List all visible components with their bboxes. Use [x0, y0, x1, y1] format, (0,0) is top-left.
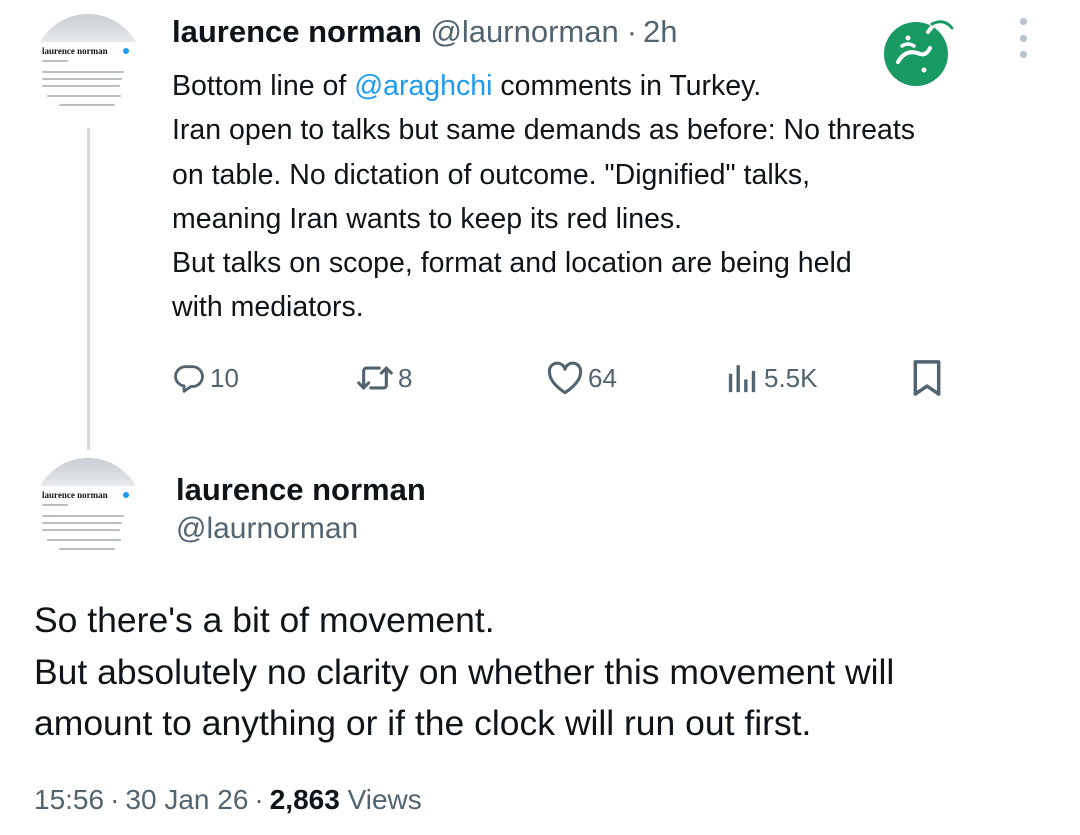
analytics-icon [728, 365, 756, 393]
avatar-banner [33, 458, 143, 486]
user-handle[interactable]: @laurnorman [430, 14, 618, 49]
avatar-profile-name: laurence norman [42, 490, 108, 500]
repost-button[interactable]: 8 [356, 350, 412, 406]
tweet-text-line: meaning Iran wants to keep its red lines… [172, 202, 683, 235]
display-name[interactable]: laurence norman [172, 14, 422, 49]
reply-icon [174, 365, 204, 393]
tweet-text-line: with mediators. [172, 291, 364, 324]
avatar[interactable]: laurence norman [33, 14, 143, 124]
text-segment: comments in Turkey. [492, 70, 762, 102]
avatar-bio-line [42, 71, 124, 73]
views-count: 5.5K [764, 362, 818, 393]
avatar-bio-line [42, 515, 124, 517]
verified-icon [123, 48, 129, 54]
more-dot [1019, 34, 1027, 42]
repost-count: 8 [398, 362, 413, 393]
more-options-button[interactable] [1016, 18, 1030, 58]
avatar-profile-name: laurence norman [42, 46, 108, 56]
tweet-text-line: Bottom line of @araghchi comments in Tur… [172, 64, 1052, 108]
separator-dot: · [254, 784, 264, 815]
view-count[interactable]: 2,863 [270, 784, 340, 815]
avatar-banner [33, 14, 143, 42]
tweet-text-line: But talks on scope, format and location … [172, 247, 852, 280]
verified-icon [123, 492, 129, 498]
tweet-text-line: Iran open to talks but same demands as b… [172, 114, 916, 147]
text-segment: Bottom line of [172, 70, 355, 102]
bookmark-icon [913, 360, 941, 396]
separator-dot: · [110, 784, 120, 815]
heart-icon [547, 361, 583, 395]
avatar-bio-line [42, 78, 122, 80]
more-dot [1019, 51, 1027, 58]
tweet-action-bar: 10 8 64 5.5K [0, 350, 1080, 406]
tweet-text-line: So there's a bit of movement. [34, 600, 495, 640]
separator-dot: · [626, 14, 638, 49]
tweet-text: So there's a bit of movement. But absolu… [34, 595, 1064, 750]
user-handle[interactable]: @laurnorman [176, 512, 358, 546]
views-label: Views [339, 784, 422, 815]
avatar-follow-line [59, 104, 115, 106]
like-button[interactable]: 64 [546, 350, 617, 406]
views-button[interactable]: 5.5K [726, 350, 818, 406]
avatar-handle-line [42, 60, 68, 62]
tweet-text-line: amount to anything or if the clock will … [34, 703, 812, 743]
avatar-follow-line [59, 548, 115, 550]
mention-link[interactable]: @araghchi [354, 70, 492, 102]
post-date[interactable]: 30 Jan 26 [125, 784, 248, 815]
like-count: 64 [588, 362, 617, 393]
tweet-text-line: But absolutely no clarity on whether thi… [34, 651, 895, 692]
tweet-metadata: 15:56 · 30 Jan 26 · 2,863 Views [34, 784, 422, 816]
repost-icon [357, 366, 393, 390]
avatar-bio-line [42, 522, 122, 524]
post-time[interactable]: 15:56 [34, 784, 104, 815]
tweet-header: laurence norman @laurnorman · 2h [172, 14, 678, 50]
avatar-meta-line [47, 539, 121, 541]
post-time[interactable]: 2h [643, 14, 677, 49]
display-name[interactable]: laurence norman [176, 472, 426, 508]
reply-count: 10 [210, 362, 239, 393]
tweet-text: Bottom line of @araghchi comments in Tur… [172, 64, 1052, 330]
avatar-meta-line [47, 95, 121, 97]
avatar-bio-line [42, 529, 120, 531]
avatar-bio-line [42, 85, 120, 87]
bookmark-button[interactable] [910, 350, 944, 406]
avatar-handle-line [42, 504, 68, 506]
tweet-text-line: on table. No dictation of outcome. "Dign… [172, 158, 811, 191]
reply-button[interactable]: 10 [172, 350, 239, 406]
more-dot [1019, 18, 1027, 25]
avatar[interactable]: laurence norman [33, 458, 143, 568]
